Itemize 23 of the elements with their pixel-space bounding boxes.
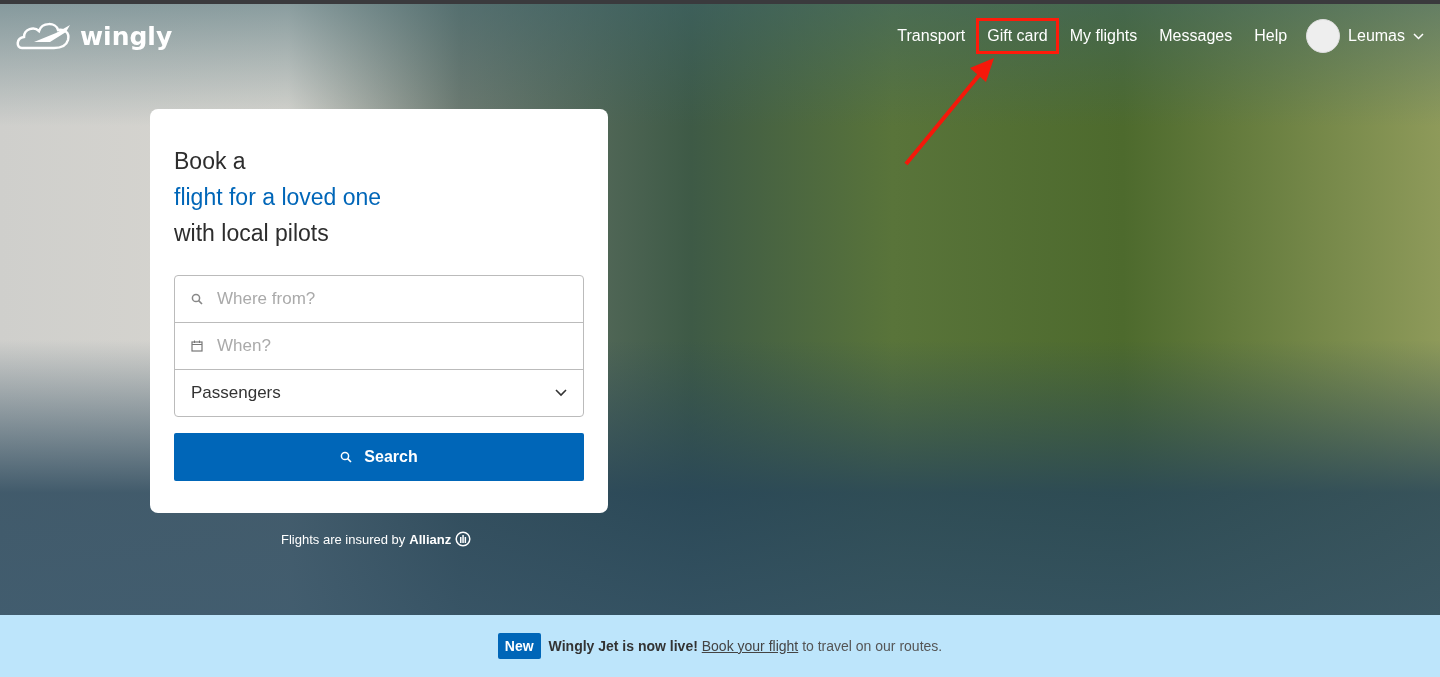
- search-icon: [340, 451, 353, 463]
- nav-link[interactable]: Help: [1243, 18, 1299, 54]
- calendar-icon: [191, 340, 203, 352]
- insurance-note: Flights are insured by: [281, 531, 406, 547]
- nav-link[interactable]: My flights: [1058, 18, 1149, 54]
- book-flight-link[interactable]: Book your flight: [701, 638, 799, 654]
- allianz-logo-icon: [455, 531, 472, 547]
- new-badge: New: [497, 633, 541, 659]
- search-icon: [191, 293, 203, 305]
- user-menu[interactable]: Leumas: [1348, 27, 1405, 45]
- passengers-dropdown[interactable]: Passengers: [175, 370, 583, 416]
- allianz-logo-text: Allianz: [409, 531, 452, 547]
- headline-line: with local pilots: [174, 219, 330, 248]
- nav-link[interactable]: Transport: [886, 18, 977, 54]
- chevron-down-icon: [555, 389, 567, 397]
- caret-icon[interactable]: [1413, 32, 1424, 40]
- search-button[interactable]: Search: [174, 433, 584, 481]
- nav-link[interactable]: Messages: [1148, 18, 1244, 54]
- headline-line: flight for a loved one: [174, 183, 383, 212]
- headline-line: Book a: [174, 147, 247, 176]
- avatar[interactable]: [1306, 19, 1341, 53]
- nav-link[interactable]: Gift card: [976, 18, 1059, 54]
- announcement-text: Wingly Jet is now live! Book your flight to travel on our routes.: [548, 638, 943, 654]
